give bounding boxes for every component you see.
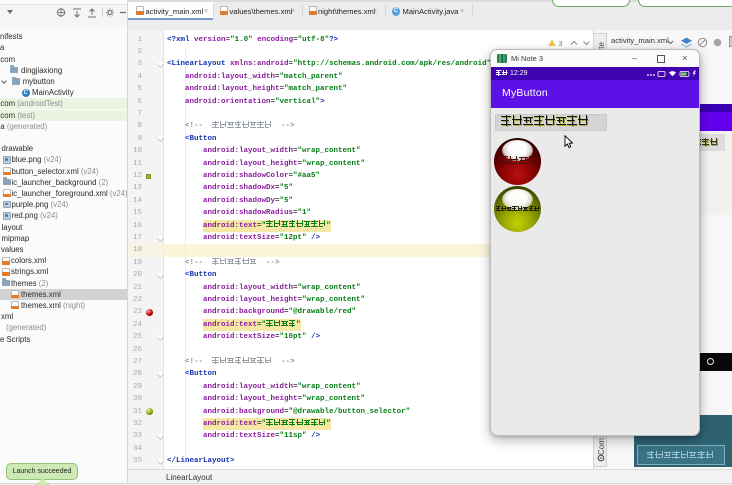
svg-text:3: 3	[559, 41, 563, 48]
